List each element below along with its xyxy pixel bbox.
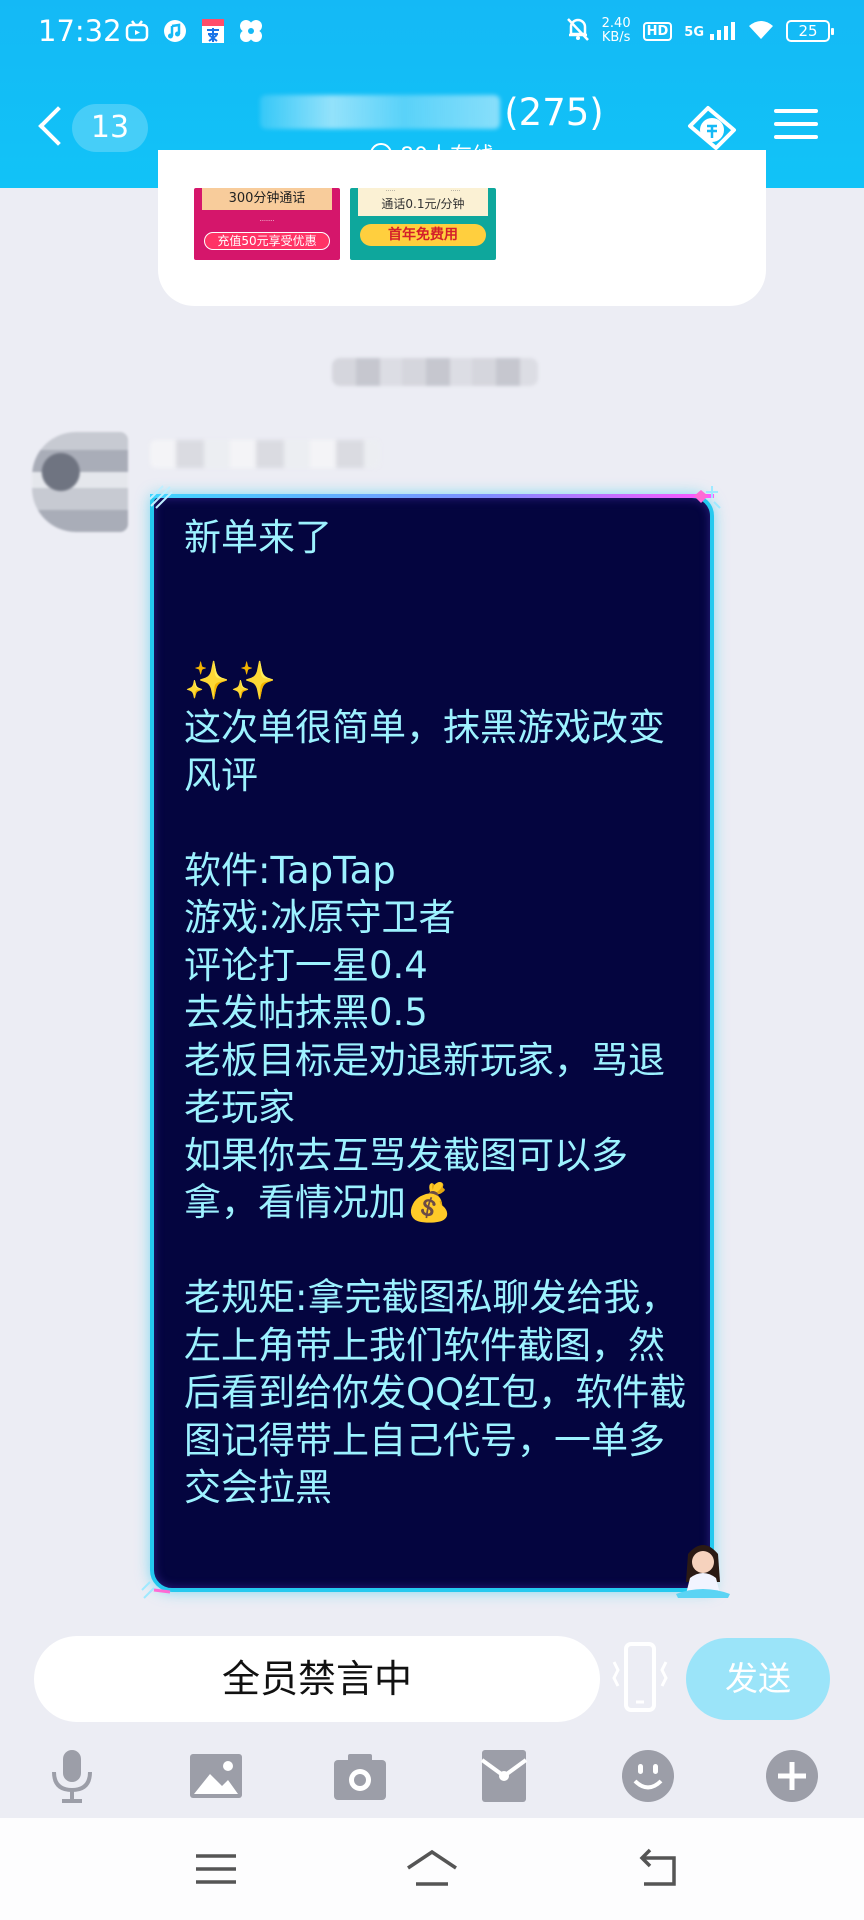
message-line-2: 这次单很简单，抹黑游戏改变风评 bbox=[184, 706, 665, 797]
signal-indicator: 5G bbox=[684, 22, 736, 40]
ad-left-top-text: 300分钟通话 bbox=[202, 188, 332, 210]
home-icon[interactable] bbox=[402, 1844, 462, 1894]
status-time: 17:32 bbox=[38, 14, 122, 48]
bubble-corner-decoration bbox=[141, 1581, 171, 1599]
redacted-group-name bbox=[260, 95, 501, 129]
group-member-count: (275) bbox=[504, 90, 604, 134]
signal-bars-icon bbox=[710, 22, 735, 40]
ad-right-top: ····· ····· 通话0.1元/分钟 bbox=[358, 188, 488, 216]
ad-right-top-text: 通话0.1元/分钟 bbox=[381, 197, 465, 211]
notification-icons bbox=[124, 18, 264, 44]
ad-left-button[interactable]: 充值50元享受优惠 bbox=[204, 232, 330, 250]
hd-badge: HD bbox=[642, 21, 673, 41]
red-packet-icon[interactable] bbox=[474, 1746, 534, 1806]
group-title: (275) bbox=[200, 88, 664, 136]
net-speed-unit: KB/s bbox=[601, 30, 631, 45]
sparkles-emoji: ✨✨ bbox=[184, 658, 277, 702]
avatar[interactable] bbox=[32, 432, 128, 532]
ad-right-fineprint: ····· ····· bbox=[385, 188, 461, 195]
ticket-icon[interactable] bbox=[682, 100, 742, 156]
wifi-icon bbox=[748, 19, 774, 43]
microphone-icon[interactable] bbox=[42, 1746, 102, 1806]
previous-ad-card[interactable]: 300分钟通话 ········ 充值50元享受优惠 ····· ····· 通话… bbox=[158, 150, 766, 306]
signal-label: 5G bbox=[684, 25, 704, 40]
message-line-4: 老规矩:拿完截图私聊发给我，左上角带上我们软件截图，然后看到给你发QQ红包，软件… bbox=[184, 1276, 687, 1509]
camera-icon[interactable] bbox=[330, 1746, 390, 1806]
bubble-heart-decoration bbox=[694, 486, 721, 509]
message-line-1: 新单来了 bbox=[184, 516, 332, 559]
input-toolbar bbox=[0, 1738, 864, 1818]
bilibili-icon bbox=[124, 18, 150, 44]
status-bar: 17:32 2.40 KB/s HD 5G 25 bbox=[0, 0, 864, 68]
redacted-system-message bbox=[332, 358, 538, 386]
fan-app-icon bbox=[238, 18, 264, 44]
back-nav-icon[interactable] bbox=[628, 1844, 688, 1894]
message-text: 新单来了 ✨✨ 这次单很简单，抹黑游戏改变风评 软件:TapTap 游戏:冰原守… bbox=[184, 514, 690, 1512]
ad-banner-left[interactable]: 300分钟通话 ········ 充值50元享受优惠 bbox=[194, 188, 340, 260]
pay-app-icon bbox=[200, 18, 226, 44]
emoji-icon[interactable] bbox=[618, 1746, 678, 1806]
ad-banner-right[interactable]: ····· ····· 通话0.1元/分钟 首年免费用 bbox=[350, 188, 496, 260]
ad-right-button[interactable]: 首年免费用 bbox=[360, 224, 486, 246]
menu-icon[interactable] bbox=[774, 104, 818, 148]
message-input-muted[interactable]: 全员禁言中 bbox=[34, 1636, 600, 1722]
dnd-bell-icon bbox=[566, 16, 590, 46]
message-line-3: 软件:TapTap 游戏:冰原守卫者 评论打一星0.4 去发帖抹黑0.5 老板目… bbox=[184, 848, 665, 1225]
image-icon[interactable] bbox=[186, 1746, 246, 1806]
plus-icon[interactable] bbox=[762, 1746, 822, 1806]
net-speed-value: 2.40 bbox=[601, 16, 631, 31]
ad-left-fineprint: ········ bbox=[259, 218, 275, 225]
avatar-pendant-decoration bbox=[676, 1545, 730, 1598]
battery-indicator: 25 bbox=[786, 20, 834, 42]
recent-apps-icon[interactable] bbox=[186, 1844, 246, 1894]
net-speed: 2.40 KB/s bbox=[602, 17, 631, 45]
status-indicators: 2.40 KB/s HD 5G 25 bbox=[566, 16, 834, 46]
system-nav-bar bbox=[0, 1818, 864, 1920]
shake-phone-icon[interactable] bbox=[604, 1638, 676, 1718]
money-bag-emoji: 💰 bbox=[406, 1181, 453, 1224]
bubble-sparkle-decoration bbox=[149, 485, 173, 509]
back-button[interactable] bbox=[36, 104, 68, 152]
send-button[interactable]: 发送 bbox=[686, 1638, 830, 1720]
music-app-icon bbox=[162, 18, 188, 44]
unread-count-badge[interactable]: 13 bbox=[72, 104, 148, 152]
redacted-sender-name bbox=[150, 440, 380, 468]
